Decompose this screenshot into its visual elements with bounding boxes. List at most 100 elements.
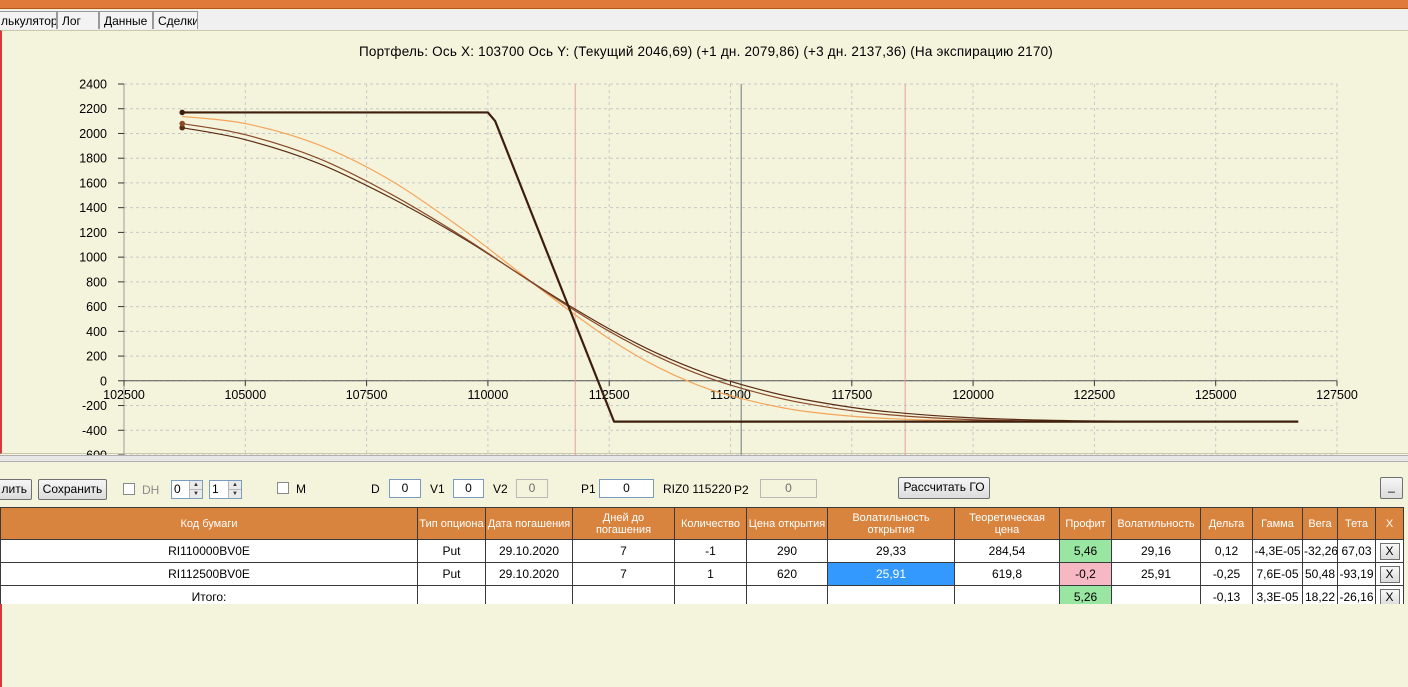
series-line	[182, 122, 1299, 423]
spin-up-icon[interactable]: ▲	[190, 481, 202, 489]
cell-expiry-date[interactable]: 29.10.2020	[485, 539, 573, 563]
header-remove: X	[1375, 507, 1404, 540]
calculate-go-button[interactable]: Рассчитать ГО	[898, 477, 990, 499]
x-tick-label: 122500	[1074, 388, 1116, 402]
cell-gamma[interactable]: 7,6E-05	[1252, 562, 1303, 586]
cell-open-price[interactable]: 620	[746, 562, 828, 586]
cell-delta[interactable]: -0,25	[1200, 562, 1253, 586]
y-tick-label: 1000	[79, 251, 107, 265]
dh-spin-2[interactable]: 1 ▲ ▼	[209, 480, 242, 499]
p2-input[interactable]: 0	[760, 479, 817, 498]
series-start-marker	[179, 109, 186, 116]
series-line	[182, 127, 1299, 423]
cell-volatility[interactable]: 29,16	[1111, 539, 1201, 563]
cell-delta[interactable]: 0,12	[1200, 539, 1253, 563]
cell-theta[interactable]: 67,03	[1337, 539, 1376, 563]
m-label: M	[296, 482, 306, 496]
cell-profit[interactable]: 5,46	[1059, 539, 1112, 563]
header-option-type[interactable]: Тип опциона	[417, 507, 486, 540]
cell-remove: X	[1375, 539, 1404, 563]
x-tick-label: 112500	[589, 388, 630, 402]
tab-calculator[interactable]: лькулятор	[0, 11, 57, 29]
instrument-label: RIZ0 115220	[663, 482, 732, 496]
header-theoretical-price[interactable]: Теоретическая цена	[954, 507, 1060, 540]
table-row[interactable]: RI112500BV0E Put 29.10.2020 7 1 620 25,9…	[0, 562, 1404, 586]
cell-open-price[interactable]: 290	[746, 539, 828, 563]
cell-code[interactable]: RI110000BV0E	[0, 539, 418, 563]
header-theta[interactable]: Тета	[1337, 507, 1376, 540]
d-label: D	[371, 482, 380, 496]
spin-up-icon[interactable]: ▲	[229, 481, 241, 489]
dh-spin-2-arrows[interactable]: ▲ ▼	[228, 481, 241, 498]
v2-label: V2	[493, 482, 508, 496]
cell-quantity[interactable]: 1	[674, 562, 747, 586]
header-open-volatility[interactable]: Волатильность открытия	[827, 507, 955, 540]
header-expiry-date[interactable]: Дата погашения	[485, 507, 573, 540]
header-open-price[interactable]: Цена открытия	[746, 507, 828, 540]
cell-theoretical-price[interactable]: 619,8	[954, 562, 1060, 586]
cell-option-type[interactable]: Put	[417, 539, 486, 563]
tab-strip: лькулятор Лог Данные Сделки	[0, 10, 1408, 30]
dh-spin-1[interactable]: 0 ▲ ▼	[171, 480, 203, 499]
delete-button[interactable]: лить	[0, 479, 32, 500]
p1-input[interactable]: 0	[599, 479, 654, 498]
spin-down-icon[interactable]: ▼	[229, 489, 241, 498]
header-days-to-expiry[interactable]: Дней до погашения	[572, 507, 675, 540]
positions-table: Код бумаги Тип опциона Дата погашения Дн…	[0, 507, 1404, 609]
m-checkbox[interactable]	[277, 482, 289, 494]
minimize-button[interactable]: _	[1380, 477, 1403, 499]
header-volatility[interactable]: Волатильность	[1111, 507, 1201, 540]
cell-expiry-date[interactable]: 29.10.2020	[485, 562, 573, 586]
v1-input[interactable]: 0	[453, 479, 484, 498]
cell-gamma[interactable]: -4,3E-05	[1252, 539, 1303, 563]
x-tick-label: 110000	[468, 388, 509, 402]
cell-profit[interactable]: -0,2	[1059, 562, 1112, 586]
table-row[interactable]: RI110000BV0E Put 29.10.2020 7 -1 290 29,…	[0, 539, 1404, 563]
cell-code[interactable]: RI112500BV0E	[0, 562, 418, 586]
cell-option-type[interactable]: Put	[417, 562, 486, 586]
header-gamma[interactable]: Гамма	[1252, 507, 1303, 540]
x-tick-label: 102500	[103, 388, 145, 402]
dh-spin-1-value: 0	[174, 482, 181, 496]
remove-row-button[interactable]: X	[1379, 542, 1400, 560]
series-line	[182, 115, 1299, 423]
window-top-border	[0, 0, 1408, 9]
tab-data[interactable]: Данные	[99, 11, 153, 29]
header-code[interactable]: Код бумаги	[0, 507, 418, 540]
cell-vega[interactable]: 50,48	[1302, 562, 1338, 586]
cell-days-to-expiry[interactable]: 7	[572, 562, 675, 586]
remove-row-button[interactable]: X	[1379, 565, 1400, 583]
tab-log[interactable]: Лог	[57, 11, 99, 29]
d-input[interactable]: 0	[389, 479, 421, 498]
x-tick-label: 117500	[831, 388, 872, 402]
cell-quantity[interactable]: -1	[674, 539, 747, 563]
save-button[interactable]: Сохранить	[38, 479, 107, 500]
cell-theta[interactable]: -93,19	[1337, 562, 1376, 586]
dh-label: DH	[142, 483, 160, 497]
dh-spin-2-value: 1	[212, 482, 219, 496]
table-header-row: Код бумаги Тип опциона Дата погашения Дн…	[0, 507, 1404, 540]
y-tick-label: 2400	[79, 78, 107, 92]
cell-theoretical-price[interactable]: 284,54	[954, 539, 1060, 563]
cell-open-volatility[interactable]: 29,33	[827, 539, 955, 563]
cell-vega[interactable]: -32,26	[1302, 539, 1338, 563]
dh-spin-1-arrows[interactable]: ▲ ▼	[189, 481, 202, 498]
v2-input[interactable]: 0	[516, 479, 548, 498]
x-tick-label: 127500	[1316, 388, 1358, 402]
dh-checkbox[interactable]	[123, 483, 135, 495]
header-quantity[interactable]: Количество	[674, 507, 747, 540]
cell-days-to-expiry[interactable]: 7	[572, 539, 675, 563]
header-vega[interactable]: Вега	[1302, 507, 1338, 540]
header-delta[interactable]: Дельта	[1200, 507, 1253, 540]
tab-deals[interactable]: Сделки	[153, 11, 198, 29]
spin-down-icon[interactable]: ▼	[190, 489, 202, 498]
cell-volatility[interactable]: 25,91	[1111, 562, 1201, 586]
y-tick-label: -400	[82, 424, 107, 438]
x-tick-label: 107500	[346, 388, 388, 402]
chart-title: Портфель: Ось X: 103700 Ось Y: (Текущий …	[359, 44, 1053, 59]
header-profit[interactable]: Профит	[1059, 507, 1112, 540]
remove-all-button[interactable]: X	[1379, 588, 1400, 606]
payoff-chart: -600-400-2000200400600800100012001400160…	[79, 78, 1358, 462]
cell-open-volatility-selected[interactable]: 25,91	[827, 562, 955, 586]
panel-splitter[interactable]	[0, 455, 1408, 462]
